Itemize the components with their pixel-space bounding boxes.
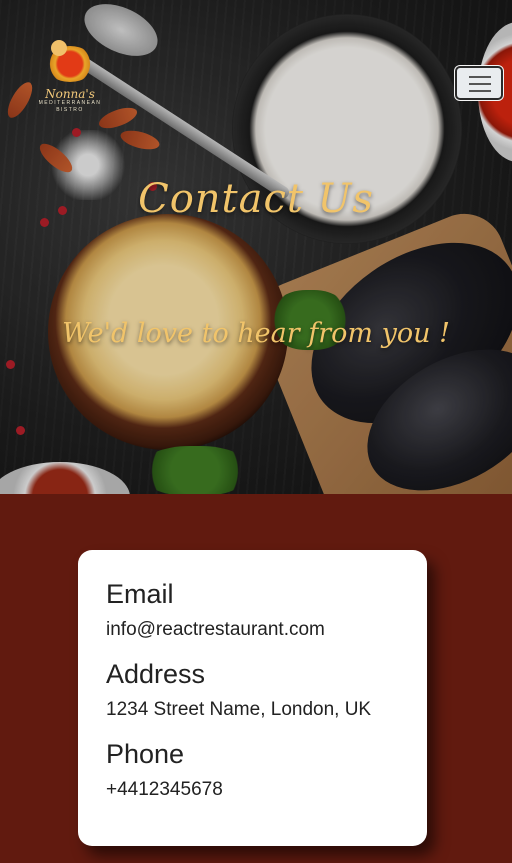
page-title: Contact Us	[138, 176, 374, 222]
hero-banner: Nonna's MEDITERRANEAN BISTRO Contact Us …	[0, 0, 512, 494]
pizza-plate-icon	[45, 40, 95, 82]
phone-heading: Phone	[106, 739, 185, 769]
address-heading: Address	[106, 659, 206, 689]
brand-logo[interactable]: Nonna's MEDITERRANEAN BISTRO	[36, 40, 104, 126]
email-heading: Email	[106, 579, 174, 609]
menu-toggle-button[interactable]	[455, 66, 503, 100]
page-subtitle: We'd love to hear from you !	[62, 318, 450, 349]
email-value[interactable]: info@reactrestaurant.com	[106, 618, 399, 642]
logo-tagline: MEDITERRANEAN BISTRO	[38, 100, 102, 113]
phone-value[interactable]: +4412345678	[106, 778, 399, 802]
address-value: 1234 Street Name, London, UK	[106, 699, 372, 720]
contact-card: Email info@reactrestaurant.com Address 1…	[78, 550, 427, 846]
logo-name: Nonna's	[45, 87, 95, 101]
